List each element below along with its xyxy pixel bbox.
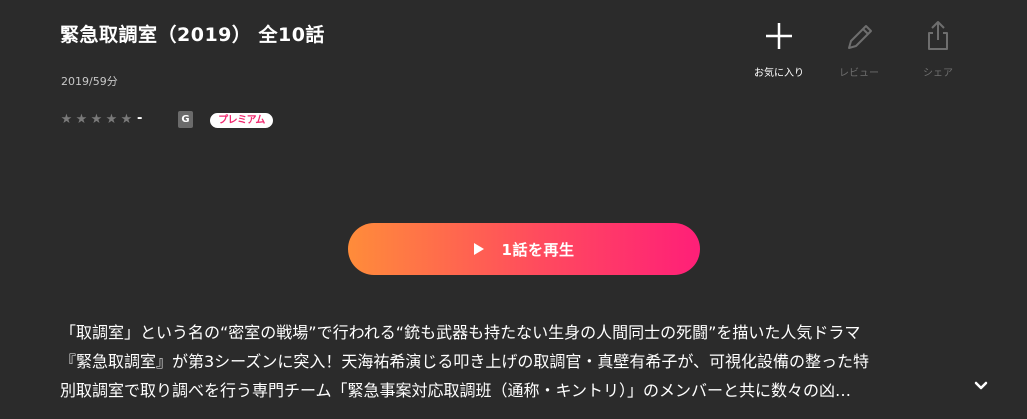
star-icon: ★ [90,111,103,127]
chevron-down-icon[interactable] [972,377,990,395]
share-button[interactable]: シェア [903,18,973,79]
age-rating-badge: G [178,111,193,128]
favorite-button[interactable]: お気に入り [744,18,814,79]
premium-badge: プレミアム [210,113,273,128]
play-icon [473,243,484,255]
description-line: 『緊急取調室』が第3シーズンに突入！天海祐希演じる叩き上げの取調官・真壁有希子が… [60,352,870,371]
review-button[interactable]: レビュー [824,18,894,79]
description-line: 「取調室」という名の“密室の戦場”で行われる“銃も武器も持たない生身の人間同士の… [60,323,861,342]
play-button[interactable]: 1話を再生 [348,223,700,275]
review-label: レビュー [839,68,879,79]
star-icon: ★ [75,111,88,127]
share-label: シェア [923,68,953,79]
star-icon: ★ [105,111,118,127]
page-title: 緊急取調室（2019） 全10話 [60,24,325,46]
favorite-label: お気に入り [754,68,804,79]
description-line: 別取調室で取り調べを行う専門チーム「緊急事案対応取調班（通称・キントリ）」のメン… [60,381,852,400]
pencil-icon [848,25,872,49]
star-icon: ★ [120,111,133,127]
rating: ★ ★ ★ ★ ★ - [59,110,143,128]
rating-score: - [137,110,143,126]
star-icon: ★ [60,111,73,127]
play-button-label: 1話を再生 [501,240,575,259]
share-icon [928,21,948,50]
release-info: 2019/59分 [61,75,118,88]
rating-stars: ★ ★ ★ ★ ★ [59,113,134,126]
description: 「取調室」という名の“密室の戦場”で行われる“銃も武器も持たない生身の人間同士の… [60,318,970,405]
plus-icon [766,23,792,49]
